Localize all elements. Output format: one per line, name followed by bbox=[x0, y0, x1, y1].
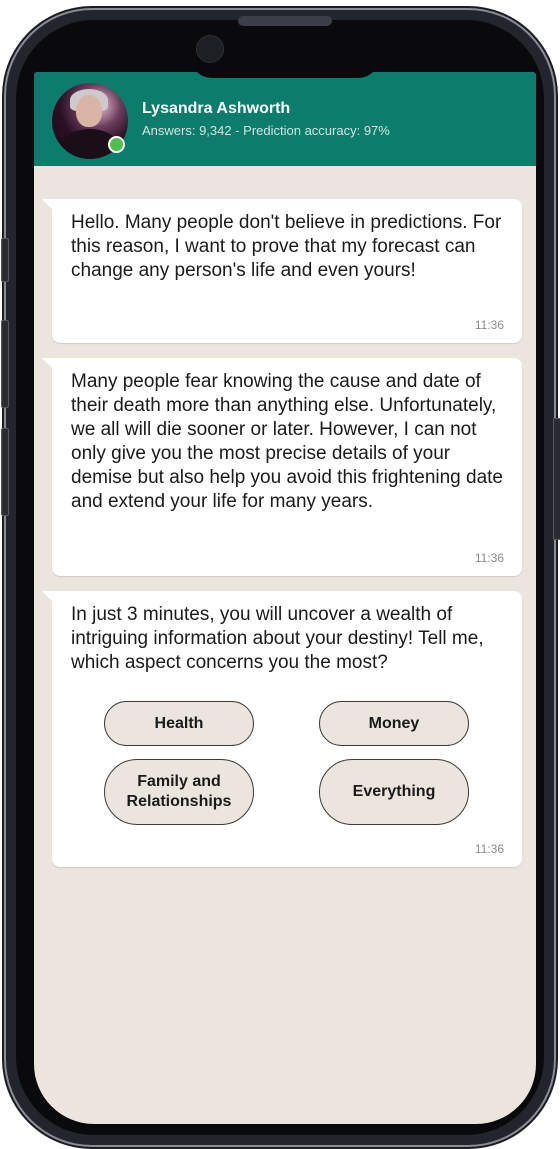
contact-name: Lysandra Ashworth bbox=[142, 100, 291, 117]
volume-down-button bbox=[1, 428, 9, 516]
message-time: 11:36 bbox=[474, 842, 504, 856]
contact-stats: Answers: 9,342 - Prediction accuracy: 97… bbox=[142, 123, 390, 138]
message-bubble-2: Many people fear knowing the cause and d… bbox=[42, 358, 522, 576]
speaker-grille bbox=[238, 16, 332, 26]
volume-up-button bbox=[1, 320, 9, 408]
option-money-button[interactable]: Money bbox=[319, 701, 469, 746]
mute-switch bbox=[1, 238, 9, 282]
option-family-relationships-button[interactable]: Family and Relationships bbox=[104, 759, 254, 825]
message-text: Hello. Many people don't believe in pred… bbox=[71, 212, 502, 281]
message-bubble-1: Hello. Many people don't believe in pred… bbox=[42, 199, 522, 343]
message-text: In just 3 minutes, you will uncover a we… bbox=[71, 604, 484, 673]
option-health-button[interactable]: Health bbox=[104, 701, 254, 746]
chat-screen: Lysandra Ashworth Answers: 9,342 - Predi… bbox=[34, 72, 536, 1124]
option-everything-button[interactable]: Everything bbox=[319, 759, 469, 825]
message-time: 11:36 bbox=[474, 318, 504, 332]
power-button bbox=[553, 418, 560, 540]
message-text: Many people fear knowing the cause and d… bbox=[71, 371, 503, 512]
avatar-face bbox=[76, 95, 102, 127]
message-time: 11:36 bbox=[474, 551, 504, 565]
online-status-icon bbox=[108, 136, 125, 153]
front-camera-icon bbox=[196, 35, 224, 63]
message-bubble-3: In just 3 minutes, you will uncover a we… bbox=[42, 591, 522, 867]
chat-header: Lysandra Ashworth Answers: 9,342 - Predi… bbox=[34, 72, 536, 166]
